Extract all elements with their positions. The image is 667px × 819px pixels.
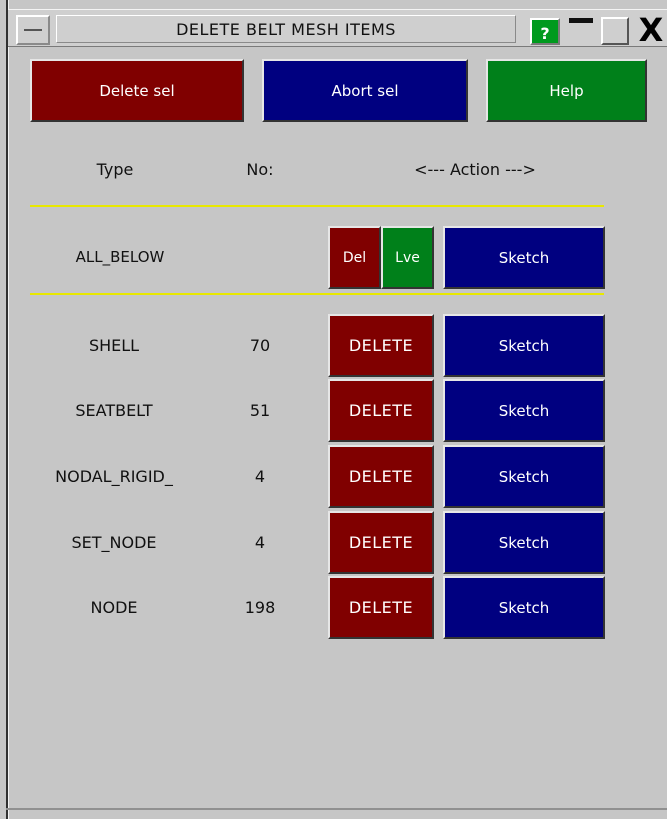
item-sketch-button[interactable]: Sketch (443, 379, 605, 442)
item-count: 4 (254, 533, 266, 552)
abort-sel-button[interactable]: Abort sel (262, 59, 468, 122)
menu-bar-icon (24, 29, 42, 31)
item-sketch-button[interactable]: Sketch (443, 445, 605, 508)
item-type-label: SHELL (88, 336, 140, 355)
column-header-no: No: (246, 160, 274, 179)
item-count: 4 (254, 467, 266, 486)
maximize-button[interactable] (601, 17, 629, 45)
item-delete-button[interactable]: DELETE (328, 576, 434, 639)
item-count: 70 (249, 336, 271, 355)
all-below-del-button[interactable]: Del (328, 226, 381, 289)
item-type-label: NODE (90, 598, 138, 617)
system-menu-button[interactable] (16, 15, 50, 45)
item-type-label: NODAL_RIGID_ (55, 467, 173, 486)
item-type-label: SET_NODE (71, 533, 157, 552)
item-sketch-button[interactable]: Sketch (443, 576, 605, 639)
item-delete-button[interactable]: DELETE (328, 379, 434, 442)
item-count: 51 (249, 401, 271, 420)
item-delete-button[interactable]: DELETE (328, 314, 434, 377)
all-below-sketch-button[interactable]: Sketch (443, 226, 605, 289)
column-header-action: <--- Action ---> (414, 160, 536, 179)
all-below-label: ALL_BELOW (75, 248, 165, 266)
question-help-button[interactable]: ? (530, 18, 560, 45)
minimize-button[interactable] (566, 18, 594, 45)
separator-line (30, 293, 604, 295)
help-button[interactable]: Help (486, 59, 647, 122)
table-row: SET_NODE 4 DELETE Sketch (0, 511, 667, 577)
item-sketch-button[interactable]: Sketch (443, 314, 605, 377)
delete-belt-mesh-items-window: DELETE BELT MESH ITEMS ? X Delete sel Ab… (0, 0, 667, 819)
table-row: SHELL 70 DELETE Sketch (0, 314, 667, 380)
title-bar[interactable]: DELETE BELT MESH ITEMS ? X (8, 9, 667, 47)
item-sketch-button[interactable]: Sketch (443, 511, 605, 574)
all-below-lve-button[interactable]: Lve (381, 226, 434, 289)
window-bottom-border (6, 808, 667, 810)
table-row: NODE 198 DELETE Sketch (0, 576, 667, 642)
item-count: 198 (244, 598, 276, 617)
close-button[interactable]: X (635, 14, 667, 47)
minimize-icon (569, 18, 593, 23)
delete-sel-button[interactable]: Delete sel (30, 59, 244, 122)
table-row: NODAL_RIGID_ 4 DELETE Sketch (0, 445, 667, 511)
table-row: SEATBELT 51 DELETE Sketch (0, 379, 667, 445)
item-delete-button[interactable]: DELETE (328, 511, 434, 574)
item-delete-button[interactable]: DELETE (328, 445, 434, 508)
column-header-type: Type (96, 160, 134, 179)
separator-line (30, 205, 604, 207)
window-title: DELETE BELT MESH ITEMS (56, 15, 516, 43)
item-type-label: SEATBELT (75, 401, 153, 420)
